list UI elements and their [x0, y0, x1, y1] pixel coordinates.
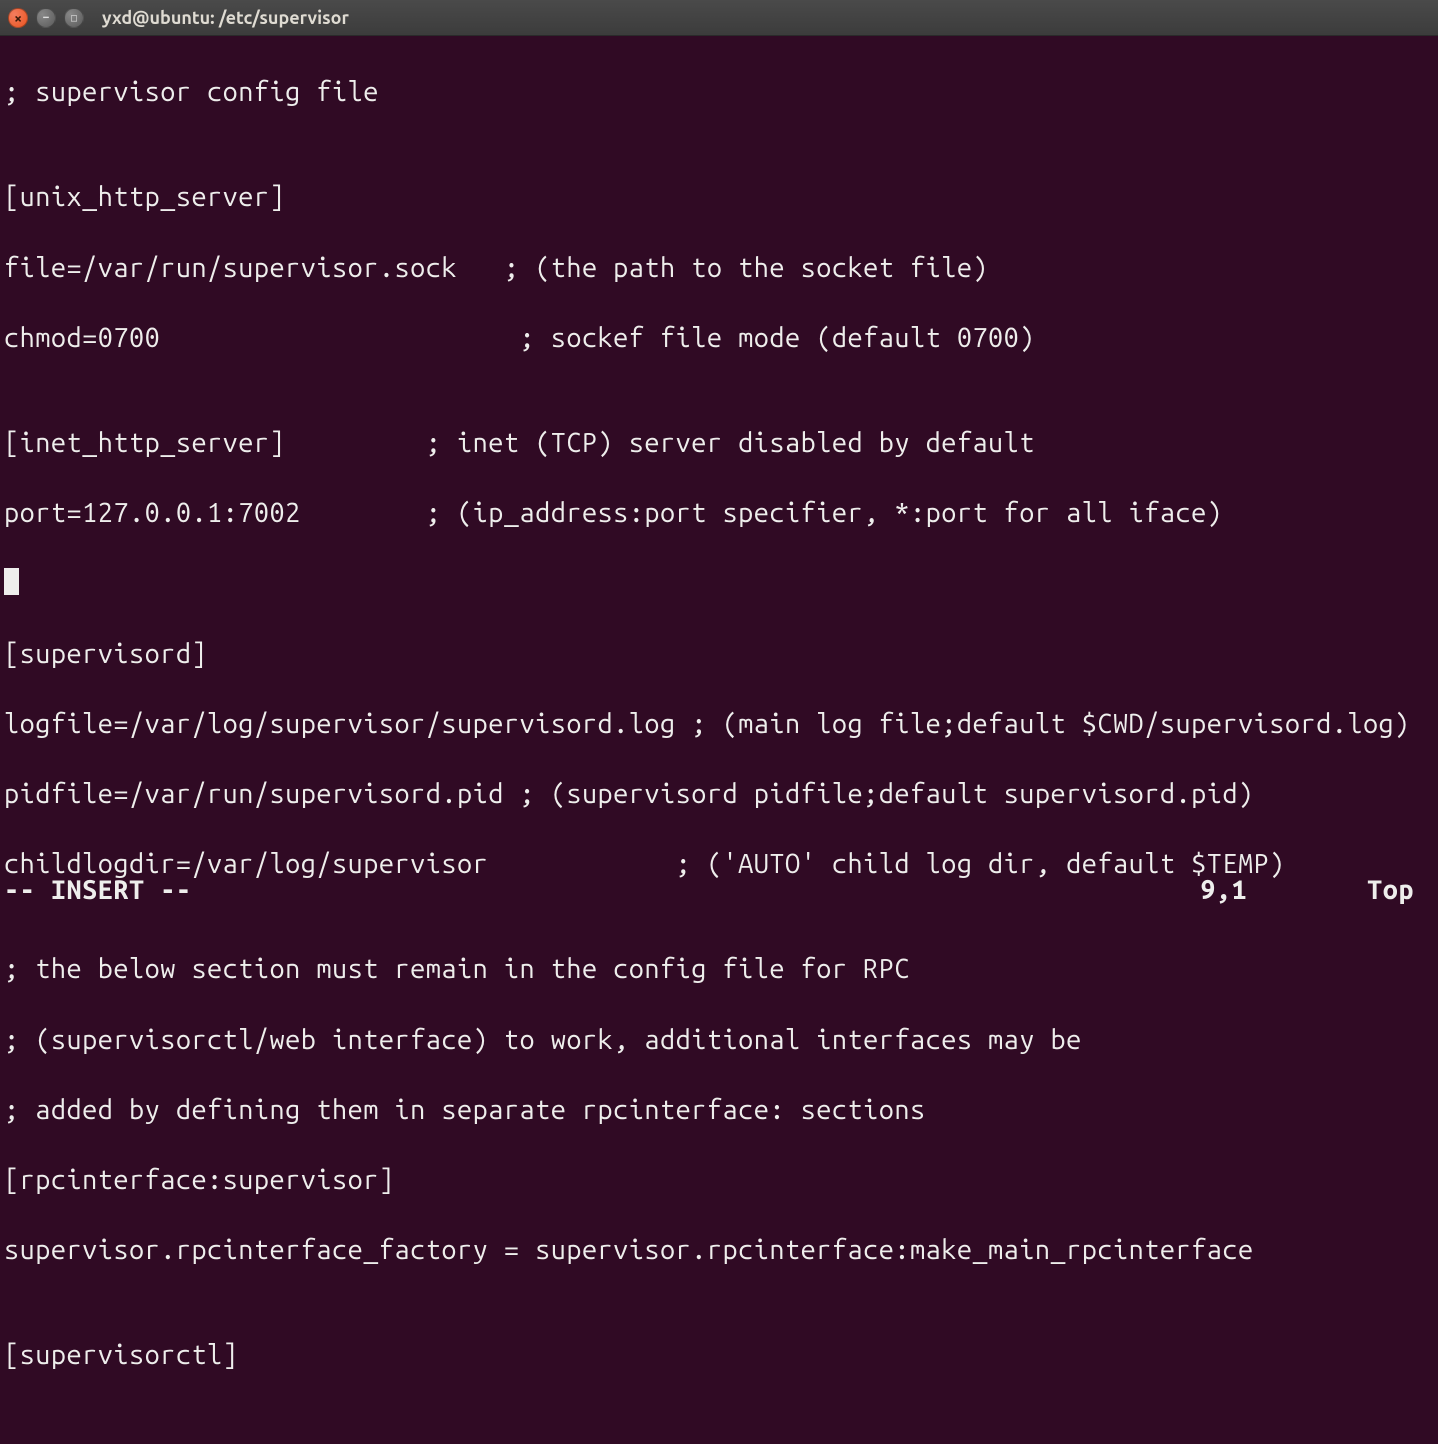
editor-line [4, 566, 1434, 601]
editor-line: [rpcinterface:supervisor] [4, 1163, 1434, 1198]
editor-line: ; added by defining them in separate rpc… [4, 1093, 1434, 1128]
window-controls [8, 8, 84, 28]
editor-line: ; supervisor config file [4, 75, 1434, 110]
vim-status-line: -- INSERT -- 9,1 Top [4, 873, 1434, 908]
editor-line: [inet_http_server] ; inet (TCP) server d… [4, 426, 1434, 461]
editor-line: [supervisord] [4, 637, 1434, 672]
editor-line: logfile=/var/log/supervisor/supervisord.… [4, 707, 1434, 742]
window-title: yxd@ubuntu: /etc/supervisor [102, 8, 349, 28]
editor-line: file=/var/run/supervisor.sock ; (the pat… [4, 251, 1434, 286]
editor-line: ; the below section must remain in the c… [4, 952, 1434, 987]
editor-line: port=127.0.0.1:7002 ; (ip_address:port s… [4, 496, 1434, 531]
editor-line: supervisor.rpcinterface_factory = superv… [4, 1233, 1434, 1268]
window-titlebar: yxd@ubuntu: /etc/supervisor [0, 0, 1438, 36]
close-icon[interactable] [8, 8, 28, 28]
minimize-icon[interactable] [36, 8, 56, 28]
vim-cursor-position: 9,1 [1200, 873, 1247, 908]
terminal-viewport[interactable]: ; supervisor config file [unix_http_serv… [0, 36, 1438, 908]
editor-line: chmod=0700 ; sockef file mode (default 0… [4, 321, 1434, 356]
editor-line: pidfile=/var/run/supervisord.pid ; (supe… [4, 777, 1434, 812]
maximize-icon[interactable] [64, 8, 84, 28]
editor-line: [unix_http_server] [4, 180, 1434, 215]
vim-scroll-position: Top [1367, 873, 1414, 908]
vim-mode: -- INSERT -- [4, 873, 191, 908]
editor-line: ; (supervisorctl/web interface) to work,… [4, 1023, 1434, 1058]
editor-line: [supervisorctl] [4, 1338, 1434, 1373]
cursor-icon [4, 568, 19, 595]
